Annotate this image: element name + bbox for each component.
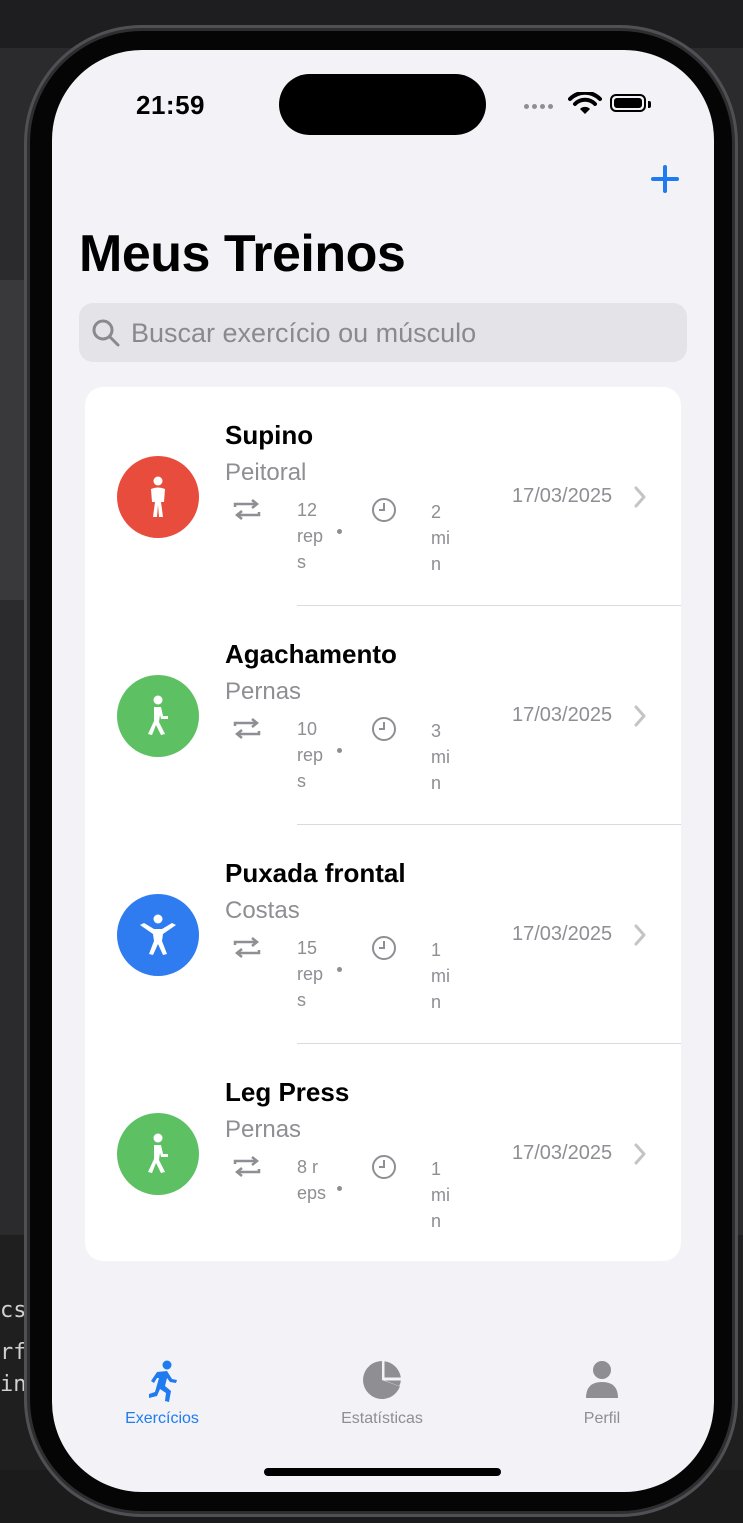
tab-label: Perfil: [583, 1410, 621, 1427]
exercise-name: Agachamento: [225, 639, 397, 669]
search-icon: [92, 319, 120, 347]
clock-icon: [372, 1155, 396, 1179]
battery-icon: [610, 94, 646, 112]
exercise-list: Supino Peitoral 12 reps 2 min 17/03/2025: [85, 387, 681, 1261]
exercise-muscle: Pernas: [225, 678, 302, 705]
exercise-duration: 3 min: [431, 721, 450, 793]
tab-perfil[interactable]: Perfil: [522, 1340, 682, 1430]
exercise-name: Leg Press: [225, 1077, 350, 1107]
exercise-duration: 1 min: [431, 1159, 450, 1231]
status-indicators: [524, 92, 664, 122]
exercise-avatar: [117, 675, 199, 757]
figure-stand-icon: [151, 476, 165, 517]
search-bar[interactable]: [79, 303, 687, 364]
exercise-muscle: Costas: [225, 897, 300, 924]
chevron-right-icon: [634, 705, 646, 727]
chevron-right-icon: [634, 1143, 646, 1165]
separator-dot: [337, 748, 342, 753]
exercise-duration: 1 min: [431, 940, 450, 1012]
separator-dot: [337, 529, 342, 534]
exercise-avatar: [117, 1113, 199, 1195]
page-title: Meus Treinos: [79, 225, 406, 283]
exercise-muscle: Pernas: [225, 1116, 302, 1143]
person-icon: [586, 1361, 618, 1398]
code-line: cs: [0, 1298, 27, 1323]
dynamic-island: [279, 74, 486, 135]
clock-icon: [372, 717, 396, 741]
figure-walk-icon: [148, 1133, 168, 1173]
search-input[interactable]: [129, 303, 673, 364]
tab-exercicios[interactable]: Exercícios: [82, 1340, 242, 1430]
pie-chart-icon: [363, 1361, 401, 1399]
figure-arms-open-icon: [140, 914, 176, 955]
exercise-row[interactable]: Leg Press Pernas 8 reps 1 min 17/03/2025: [85, 1044, 681, 1261]
exercise-date: 17/03/2025: [512, 923, 613, 945]
exercise-row[interactable]: Puxada frontal Costas 15 reps 1 min 17/0…: [85, 825, 681, 1044]
exercise-date: 17/03/2025: [512, 1142, 613, 1164]
separator-dot: [337, 1186, 342, 1191]
clock-icon: [372, 936, 396, 960]
clock-icon: [372, 498, 396, 522]
app-screen: 21:59 Meus Treinos Supino Pei: [52, 50, 714, 1492]
exercise-date: 17/03/2025: [512, 485, 613, 507]
figure-walk-icon: [148, 695, 168, 735]
status-time: 21:59: [136, 90, 205, 120]
exercise-avatar: [117, 456, 199, 538]
exercise-avatar: [117, 894, 199, 976]
add-exercise-button[interactable]: [648, 162, 684, 198]
repeat-icon: [233, 718, 261, 739]
editor-code-snippet: cs rf in: [0, 1295, 27, 1401]
chevron-right-icon: [634, 486, 646, 508]
tab-label: Estatísticas: [341, 1410, 423, 1427]
exercise-reps: 12 reps: [297, 500, 324, 572]
exercise-row[interactable]: Supino Peitoral 12 reps 2 min 17/03/2025: [85, 387, 681, 606]
battery-tip: [648, 101, 651, 108]
repeat-icon: [233, 1156, 261, 1177]
exercise-name: Puxada frontal: [225, 858, 406, 888]
exercise-reps: 8 reps: [297, 1157, 327, 1203]
code-line: rf: [0, 1340, 27, 1365]
separator-dot: [337, 967, 342, 972]
exercise-reps: 15 reps: [297, 938, 324, 1010]
tab-estatisticas[interactable]: Estatísticas: [302, 1340, 462, 1430]
cellular-signal-icon: [524, 104, 553, 109]
exercise-muscle: Peitoral: [225, 459, 307, 486]
exercise-reps: 10 reps: [297, 719, 324, 791]
code-line: in: [0, 1372, 27, 1397]
chevron-right-icon: [634, 924, 646, 946]
repeat-icon: [233, 937, 261, 958]
exercise-duration: 2 min: [431, 502, 450, 574]
home-indicator[interactable]: [264, 1468, 501, 1476]
figure-run-icon: [149, 1360, 177, 1402]
tab-bar: Exercícios Estatísticas Perfil: [52, 1340, 714, 1440]
wifi-icon: [568, 92, 602, 114]
tab-label: Exercícios: [125, 1410, 199, 1427]
exercise-row[interactable]: Agachamento Pernas 10 reps 3 min 17/03/2…: [85, 606, 681, 825]
exercise-date: 17/03/2025: [512, 704, 613, 726]
repeat-icon: [233, 499, 261, 520]
exercise-name: Supino: [225, 420, 314, 450]
